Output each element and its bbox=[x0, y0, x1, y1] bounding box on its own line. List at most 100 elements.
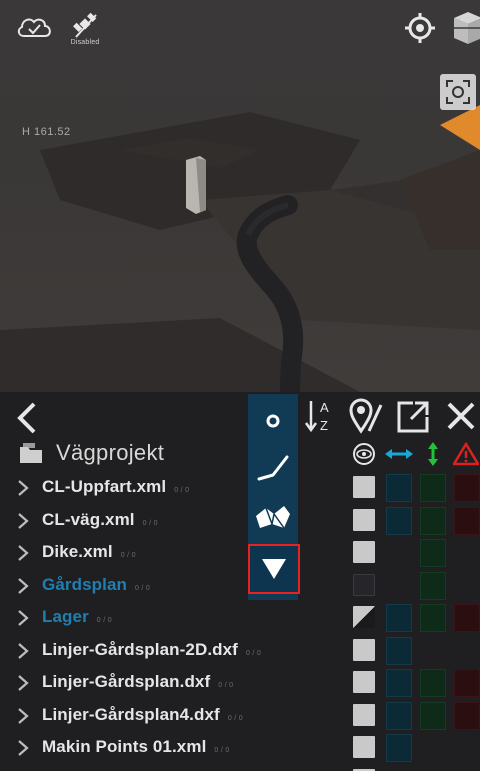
horizontal-status-cell[interactable] bbox=[386, 701, 412, 730]
vertical-status-cell[interactable] bbox=[420, 701, 446, 730]
file-name-text: Makin Points 01.xml bbox=[42, 737, 207, 756]
list-item[interactable]: Gårdsplan 0 / 0 bbox=[0, 570, 480, 602]
point-tool-button[interactable] bbox=[248, 396, 298, 446]
list-item[interactable]: Linjer-Gårdsplan.dxf 0 / 0 bbox=[0, 667, 480, 699]
crosshair-icon bbox=[405, 13, 435, 43]
vertical-column-header[interactable] bbox=[420, 442, 446, 466]
file-meta: 0 / 0 bbox=[227, 714, 243, 722]
visibility-toggle[interactable] bbox=[353, 638, 375, 661]
file-name-text: CL-väg.xml bbox=[42, 509, 135, 529]
file-name[interactable]: CL-Uppfart.xml 0 / 0 bbox=[42, 477, 189, 497]
list-item[interactable]: Dike.xml 0 / 0 bbox=[0, 537, 480, 569]
chevron-right-icon[interactable] bbox=[16, 673, 30, 693]
visibility-toggle[interactable] bbox=[353, 476, 375, 498]
zoom-fit-icon bbox=[446, 80, 470, 104]
scene-render[interactable] bbox=[0, 0, 480, 392]
file-name-text: Dike.xml bbox=[42, 542, 113, 561]
warning-status-cell[interactable] bbox=[454, 604, 480, 632]
file-meta: 0 / 0 bbox=[245, 649, 262, 657]
visibility-toggle[interactable] bbox=[353, 573, 375, 596]
chevron-right-icon[interactable] bbox=[16, 543, 30, 563]
list-item[interactable]: Lager 0 / 0 bbox=[0, 602, 480, 634]
horizontal-status-cell[interactable] bbox=[386, 506, 412, 535]
chevron-right-icon[interactable] bbox=[16, 576, 30, 596]
visibility-toggle[interactable] bbox=[353, 606, 375, 628]
visibility-toggle[interactable] bbox=[353, 508, 375, 531]
list-item[interactable]: Linjer-Gårdsplan4.dxf 0 / 0 bbox=[0, 700, 480, 732]
horizontal-column-header[interactable] bbox=[384, 442, 414, 466]
list-item[interactable]: Makin Points 01.xml 0 / 0 bbox=[0, 732, 480, 764]
cloud-sync-button[interactable] bbox=[14, 8, 54, 44]
horizontal-arrows-icon bbox=[385, 449, 413, 459]
file-name-text: CL-Uppfart.xml bbox=[42, 477, 167, 496]
horizontal-status-cell[interactable] bbox=[386, 474, 412, 502]
horizontal-status-cell[interactable] bbox=[386, 604, 412, 632]
file-name[interactable]: Dike.xml 0 / 0 bbox=[42, 542, 136, 562]
project-header[interactable]: Vägprojekt bbox=[18, 436, 164, 470]
file-name[interactable]: Makin Points 01.xml 0 / 0 bbox=[42, 737, 230, 757]
chevron-right-icon[interactable] bbox=[16, 706, 30, 726]
horizontal-status-cell[interactable] bbox=[386, 669, 412, 697]
cube-icon bbox=[454, 12, 480, 44]
warning-status-cell[interactable] bbox=[454, 474, 480, 502]
vertical-status-cell[interactable] bbox=[420, 669, 446, 697]
coordinate-readout: H 161.52 bbox=[22, 126, 71, 138]
file-meta: 0 / 0 bbox=[174, 487, 190, 494]
visibility-toggle[interactable] bbox=[353, 736, 375, 758]
file-name[interactable]: Linjer-Gårdsplan-2D.dxf 0 / 0 bbox=[42, 640, 261, 660]
sort-az-button[interactable]: A Z bbox=[302, 396, 338, 436]
warning-icon bbox=[453, 442, 479, 466]
vertical-status-cell[interactable] bbox=[420, 571, 446, 600]
file-name[interactable]: Linjer-Gårdsplan4.dxf 0 / 0 bbox=[42, 705, 243, 725]
list-item[interactable]: Makin Surface 01.xml0 / 0 bbox=[0, 765, 480, 771]
svg-text:Z: Z bbox=[320, 418, 328, 433]
project-title: Vägprojekt bbox=[56, 440, 165, 465]
vertical-arrows-icon bbox=[428, 442, 438, 466]
back-button[interactable] bbox=[14, 400, 44, 436]
file-name[interactable]: Lager 0 / 0 bbox=[42, 607, 112, 627]
visibility-toggle[interactable] bbox=[353, 541, 375, 563]
view-cube-button[interactable] bbox=[448, 8, 480, 48]
satellite-off-icon bbox=[73, 12, 97, 38]
warning-status-cell[interactable] bbox=[454, 701, 480, 730]
vertical-status-cell[interactable] bbox=[420, 474, 446, 502]
locate-button[interactable] bbox=[402, 10, 438, 46]
close-icon bbox=[447, 402, 475, 430]
chevron-right-icon[interactable] bbox=[16, 738, 30, 758]
warning-status-cell[interactable] bbox=[454, 669, 480, 697]
horizontal-status-cell[interactable] bbox=[386, 636, 412, 665]
file-name-text: Linjer-Gårdsplan.dxf bbox=[42, 672, 211, 691]
zoom-extents-button[interactable] bbox=[440, 74, 476, 110]
list-item[interactable]: CL-väg.xml 0 / 0 bbox=[0, 505, 480, 537]
vertical-status-cell[interactable] bbox=[420, 539, 446, 567]
file-name[interactable]: CL-väg.xml 0 / 0 bbox=[42, 510, 158, 530]
gnss-status-label: Disabled bbox=[70, 38, 100, 46]
list-item[interactable]: Linjer-Gårdsplan-2D.dxf 0 / 0 bbox=[0, 635, 480, 667]
file-name[interactable]: Linjer-Gårdsplan.dxf 0 / 0 bbox=[42, 672, 233, 692]
3d-viewport[interactable]: Disabled H 161.52 bbox=[0, 0, 480, 392]
folder-icon bbox=[20, 443, 42, 463]
vertical-status-cell[interactable] bbox=[420, 506, 446, 535]
visibility-column-header[interactable] bbox=[350, 442, 378, 466]
warning-column-header[interactable] bbox=[452, 442, 480, 466]
file-meta: 0 / 0 bbox=[96, 617, 112, 624]
visibility-toggle[interactable] bbox=[353, 671, 375, 693]
horizontal-status-cell[interactable] bbox=[386, 734, 412, 762]
map-pin-slash-icon bbox=[349, 398, 383, 434]
open-external-button[interactable] bbox=[394, 398, 432, 436]
list-item[interactable]: CL-Uppfart.xml 0 / 0 bbox=[0, 472, 480, 504]
chevron-right-icon[interactable] bbox=[16, 608, 30, 628]
close-button[interactable] bbox=[442, 396, 480, 436]
visibility-toggle[interactable] bbox=[353, 703, 375, 726]
chevron-right-icon[interactable] bbox=[16, 511, 30, 531]
file-name[interactable]: Gårdsplan 0 / 0 bbox=[42, 575, 150, 595]
vertical-status-cell[interactable] bbox=[420, 604, 446, 632]
warning-status-cell[interactable] bbox=[454, 506, 480, 535]
chevron-right-icon[interactable] bbox=[16, 641, 30, 661]
map-marker-button[interactable] bbox=[346, 396, 386, 436]
sort-az-icon: A Z bbox=[304, 400, 329, 433]
gnss-status-button[interactable]: Disabled bbox=[62, 6, 108, 50]
chevron-left-icon bbox=[17, 402, 36, 434]
file-name-text: Gårdsplan bbox=[42, 574, 127, 594]
chevron-right-icon[interactable] bbox=[16, 478, 30, 498]
